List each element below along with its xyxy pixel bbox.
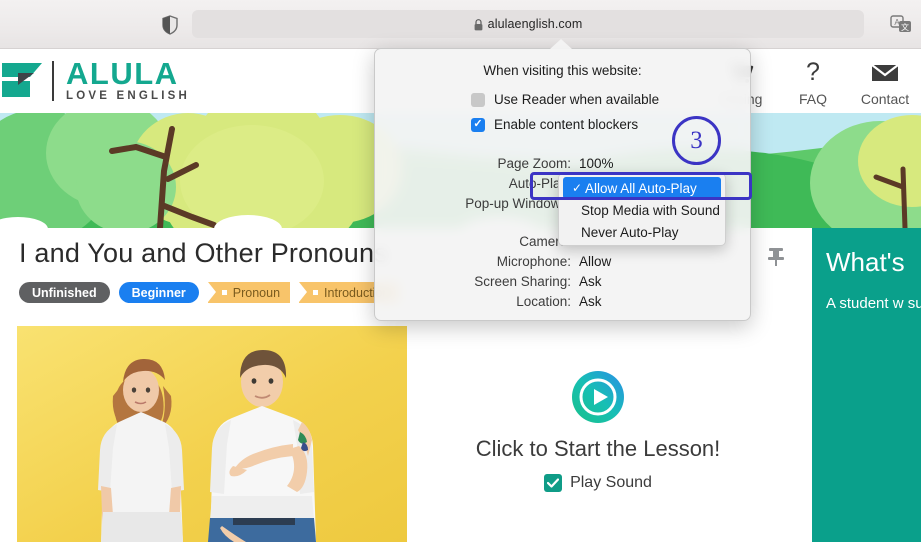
side-panel-heading: What's — [826, 247, 905, 277]
logo-brand-text: ALULA — [66, 56, 179, 91]
page-title: I and You and Other Pronouns — [19, 238, 388, 268]
level-badge-beginner[interactable]: Beginner — [118, 282, 199, 303]
play-sound-label: Play Sound — [570, 474, 652, 491]
tag-dot-icon — [221, 290, 227, 295]
screenshot-root: ALULA LOVE ENGLISH Pricing — [0, 0, 921, 542]
use-reader-row[interactable]: Use Reader when available — [471, 92, 750, 107]
dropdown-option-allow-all[interactable]: ✓ Allow All Auto-Play — [563, 177, 721, 199]
content-blockers-checkbox[interactable] — [471, 117, 485, 132]
dropdown-option-label-allow-all: Allow All Auto-Play — [585, 180, 697, 196]
lock-icon — [474, 18, 483, 31]
browser-toolbar: alulaenglish.com A 文 — [0, 0, 921, 49]
logo-wordmark: ALULA LOVE ENGLISH — [66, 56, 191, 103]
translate-icon[interactable]: A 文 — [890, 14, 912, 34]
dropdown-option-label-never: Never Auto-Play — [581, 224, 679, 240]
lesson-badges: Unfinished Beginner Pronoun Introduction — [19, 282, 400, 303]
dropdown-option-stop-media[interactable]: Stop Media with Sound — [559, 199, 725, 221]
setting-key-popup-windows: Pop-up Windows: — [465, 196, 571, 211]
play-sound-checkbox[interactable] — [544, 474, 563, 492]
nav-item-faq[interactable]: ? FAQ — [777, 59, 849, 107]
dropdown-option-never[interactable]: Never Auto-Play — [559, 221, 725, 243]
pushpin-icon[interactable] — [764, 244, 788, 268]
tag-label-pronoun: Pronoun — [232, 285, 281, 300]
envelope-icon — [849, 59, 921, 87]
auto-play-dropdown[interactable]: ✓ Allow All Auto-Play Stop Media with So… — [558, 173, 726, 246]
setting-microphone[interactable]: Microphone: Allow — [375, 252, 750, 272]
dropdown-option-label-stop-media: Stop Media with Sound — [581, 202, 720, 218]
use-reader-checkbox[interactable] — [471, 92, 485, 107]
popover-arrow — [550, 39, 572, 49]
svg-text:?: ? — [806, 60, 820, 86]
nav-label-contact: Contact — [860, 91, 910, 107]
setting-location[interactable]: Location: Ask — [375, 292, 750, 312]
side-panel-body: A student w subject pron or she will l e… — [826, 295, 921, 312]
step-annotation-3: 3 — [672, 116, 721, 165]
dropdown-check-icon: ✓ — [571, 181, 583, 195]
logo-divider — [52, 61, 54, 101]
setting-value-page-zoom: 100% — [579, 156, 614, 171]
nav-label-faq: FAQ — [798, 91, 827, 107]
popover-title: When visiting this website: — [483, 63, 642, 78]
setting-value-screen-sharing: Ask — [579, 274, 602, 289]
start-lesson-text: Click to Start the Lesson! — [475, 436, 721, 461]
svg-text:文: 文 — [901, 22, 909, 32]
use-reader-label: Use Reader when available — [494, 92, 660, 107]
setting-key-microphone: Microphone: — [496, 254, 571, 269]
setting-key-camera: Camera: — [519, 234, 571, 249]
setting-key-location: Location: — [516, 294, 571, 309]
setting-value-location: Ask — [579, 294, 602, 309]
setting-screen-sharing[interactable]: Screen Sharing: Ask — [375, 272, 750, 292]
question-mark-icon: ? — [777, 59, 849, 87]
content-blockers-label: Enable content blockers — [494, 117, 639, 132]
tag-chip-pronoun[interactable]: Pronoun — [207, 282, 291, 303]
alula-logo-mark — [0, 59, 44, 103]
logo-tagline: LOVE ENGLISH — [66, 90, 191, 102]
status-badge-unfinished[interactable]: Unfinished — [19, 282, 110, 303]
play-sound-row[interactable]: Play Sound — [440, 474, 756, 492]
tag-dot-icon — [313, 290, 319, 295]
site-logo[interactable]: ALULA LOVE ENGLISH — [0, 58, 190, 104]
url-text: alulaenglish.com — [487, 17, 583, 31]
shield-icon[interactable] — [159, 13, 181, 37]
nav-item-contact[interactable]: Contact — [849, 59, 921, 107]
play-button-icon[interactable] — [571, 370, 625, 424]
address-bar[interactable]: alulaenglish.com — [192, 10, 864, 38]
setting-key-auto-play: Auto-Play: — [508, 176, 571, 191]
start-lesson-block: Click to Start the Lesson! Play Sound — [440, 370, 756, 492]
setting-key-page-zoom: Page Zoom: — [497, 156, 571, 171]
whats-next-panel: What's A student w subject pron or she w… — [812, 228, 921, 542]
setting-key-screen-sharing: Screen Sharing: — [474, 274, 571, 289]
setting-value-microphone: Allow — [579, 254, 612, 269]
lesson-photo — [17, 326, 407, 542]
